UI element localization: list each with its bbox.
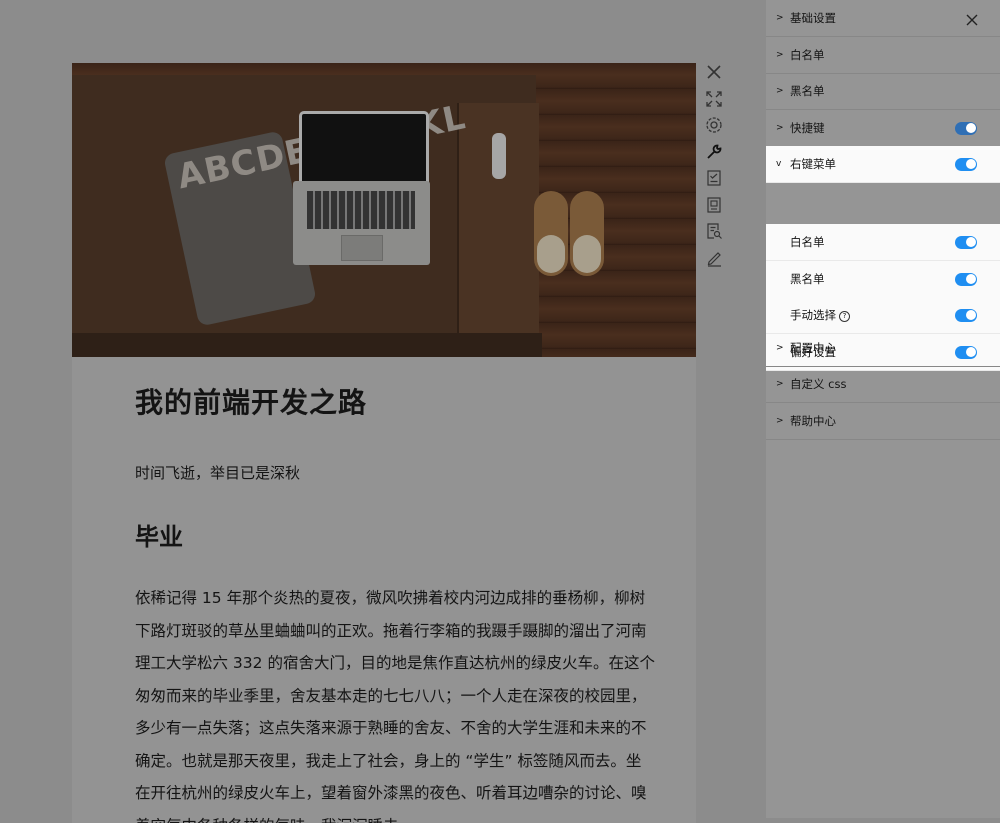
hero-image: ABCDEFGHIJKL [72, 63, 696, 357]
menu-item-label: 配置中心 [790, 341, 836, 355]
context-blacklist-toggle[interactable] [955, 272, 977, 286]
submenu-item-whitelist[interactable]: 白名单 [766, 224, 1000, 261]
chevron-right-icon: > [776, 379, 784, 389]
menu-item-help-center[interactable]: > 帮助中心 [766, 403, 1000, 440]
fullscreen-icon[interactable] [704, 89, 724, 109]
article-subtitle: 时间飞逝，举目已是深秋 [135, 464, 301, 482]
manual-select-label: 手动选择 [790, 308, 836, 322]
hero-laptop-base [293, 181, 430, 265]
menu-item-label: 黑名单 [790, 84, 825, 98]
help-circle-icon[interactable]: ? [839, 311, 850, 322]
chevron-right-icon: > [776, 416, 784, 426]
hero-slipper-left [534, 191, 568, 276]
menu-item-whitelist[interactable]: > 白名单 [766, 37, 1000, 74]
menu-item-basic-settings[interactable]: > 基础设置 [766, 0, 1000, 37]
shortcuts-toggle[interactable] [955, 121, 977, 135]
context-whitelist-toggle[interactable] [955, 235, 977, 249]
menu-item-label: 右键菜单 [790, 157, 836, 171]
hero-couch-seat [72, 333, 542, 357]
menu-item-blacklist[interactable]: > 黑名单 [766, 73, 1000, 110]
edit-pen-icon[interactable] [704, 248, 724, 268]
submenu-item-label: 手动选择? [766, 307, 955, 323]
settings-gear-icon[interactable] [704, 115, 724, 135]
hero-laptop-trackpad [341, 235, 383, 261]
article-content: 我的前端开发之路 时间飞逝，举目已是深秋 毕业 依稀记得 15 年那个炎热的夏夜… [135, 357, 655, 823]
hero-slipper-right [570, 191, 604, 276]
chevron-right-icon: > [776, 343, 784, 353]
article-title: 我的前端开发之路 [135, 386, 368, 419]
chevron-right-icon: > [776, 50, 784, 60]
submenu-item-blacklist[interactable]: 黑名单 [766, 261, 1000, 298]
chevron-right-icon: > [776, 123, 784, 133]
menu-item-label: 自定义 css [790, 377, 847, 391]
settings-panel: > 基础设置 > 白名单 > 黑名单 > 快捷键 v 右键菜单 白名单 黑名单 … [766, 0, 1000, 818]
document-icon[interactable] [704, 195, 724, 215]
manual-select-toggle[interactable] [955, 308, 977, 322]
menu-item-config-center[interactable]: > 配置中心 [766, 330, 1000, 367]
hero-remote [492, 133, 506, 179]
submenu-item-manual-select[interactable]: 手动选择? [766, 297, 1000, 334]
menu-item-label: 基础设置 [790, 11, 836, 25]
wrench-icon[interactable] [704, 142, 724, 162]
chevron-right-icon: > [776, 86, 784, 96]
chevron-down-icon: v [776, 159, 782, 169]
section-heading: 毕业 [135, 523, 183, 551]
hero-laptop [293, 111, 430, 266]
menu-item-label: 白名单 [790, 48, 825, 62]
hero-laptop-screen [299, 111, 429, 184]
hero-laptop-keys [307, 191, 415, 229]
menu-item-label: 帮助中心 [790, 414, 836, 428]
article-paragraph: 依稀记得 15 年那个炎热的夏夜，微风吹拂着校内河边成排的垂杨柳，柳树下路灯斑驳… [135, 589, 655, 823]
menu-item-context-menu[interactable]: v 右键菜单 [766, 146, 1000, 183]
menu-item-custom-css[interactable]: > 自定义 css [766, 366, 1000, 403]
close-icon[interactable] [704, 62, 724, 82]
search-document-icon[interactable] [704, 221, 724, 241]
article-card: ABCDEFGHIJKL 我的前端开发之路 时间飞逝，举目已是深秋 毕业 依稀记… [72, 63, 696, 823]
menu-item-shortcuts[interactable]: > 快捷键 [766, 110, 1000, 147]
context-menu-toggle[interactable] [955, 157, 977, 171]
checklist-icon[interactable] [704, 168, 724, 188]
chevron-right-icon: > [776, 13, 784, 23]
menu-item-label: 快捷键 [790, 121, 825, 135]
toolbar-vertical [704, 62, 726, 274]
submenu-item-label: 白名单 [790, 235, 825, 249]
submenu-item-label: 黑名单 [790, 272, 825, 286]
